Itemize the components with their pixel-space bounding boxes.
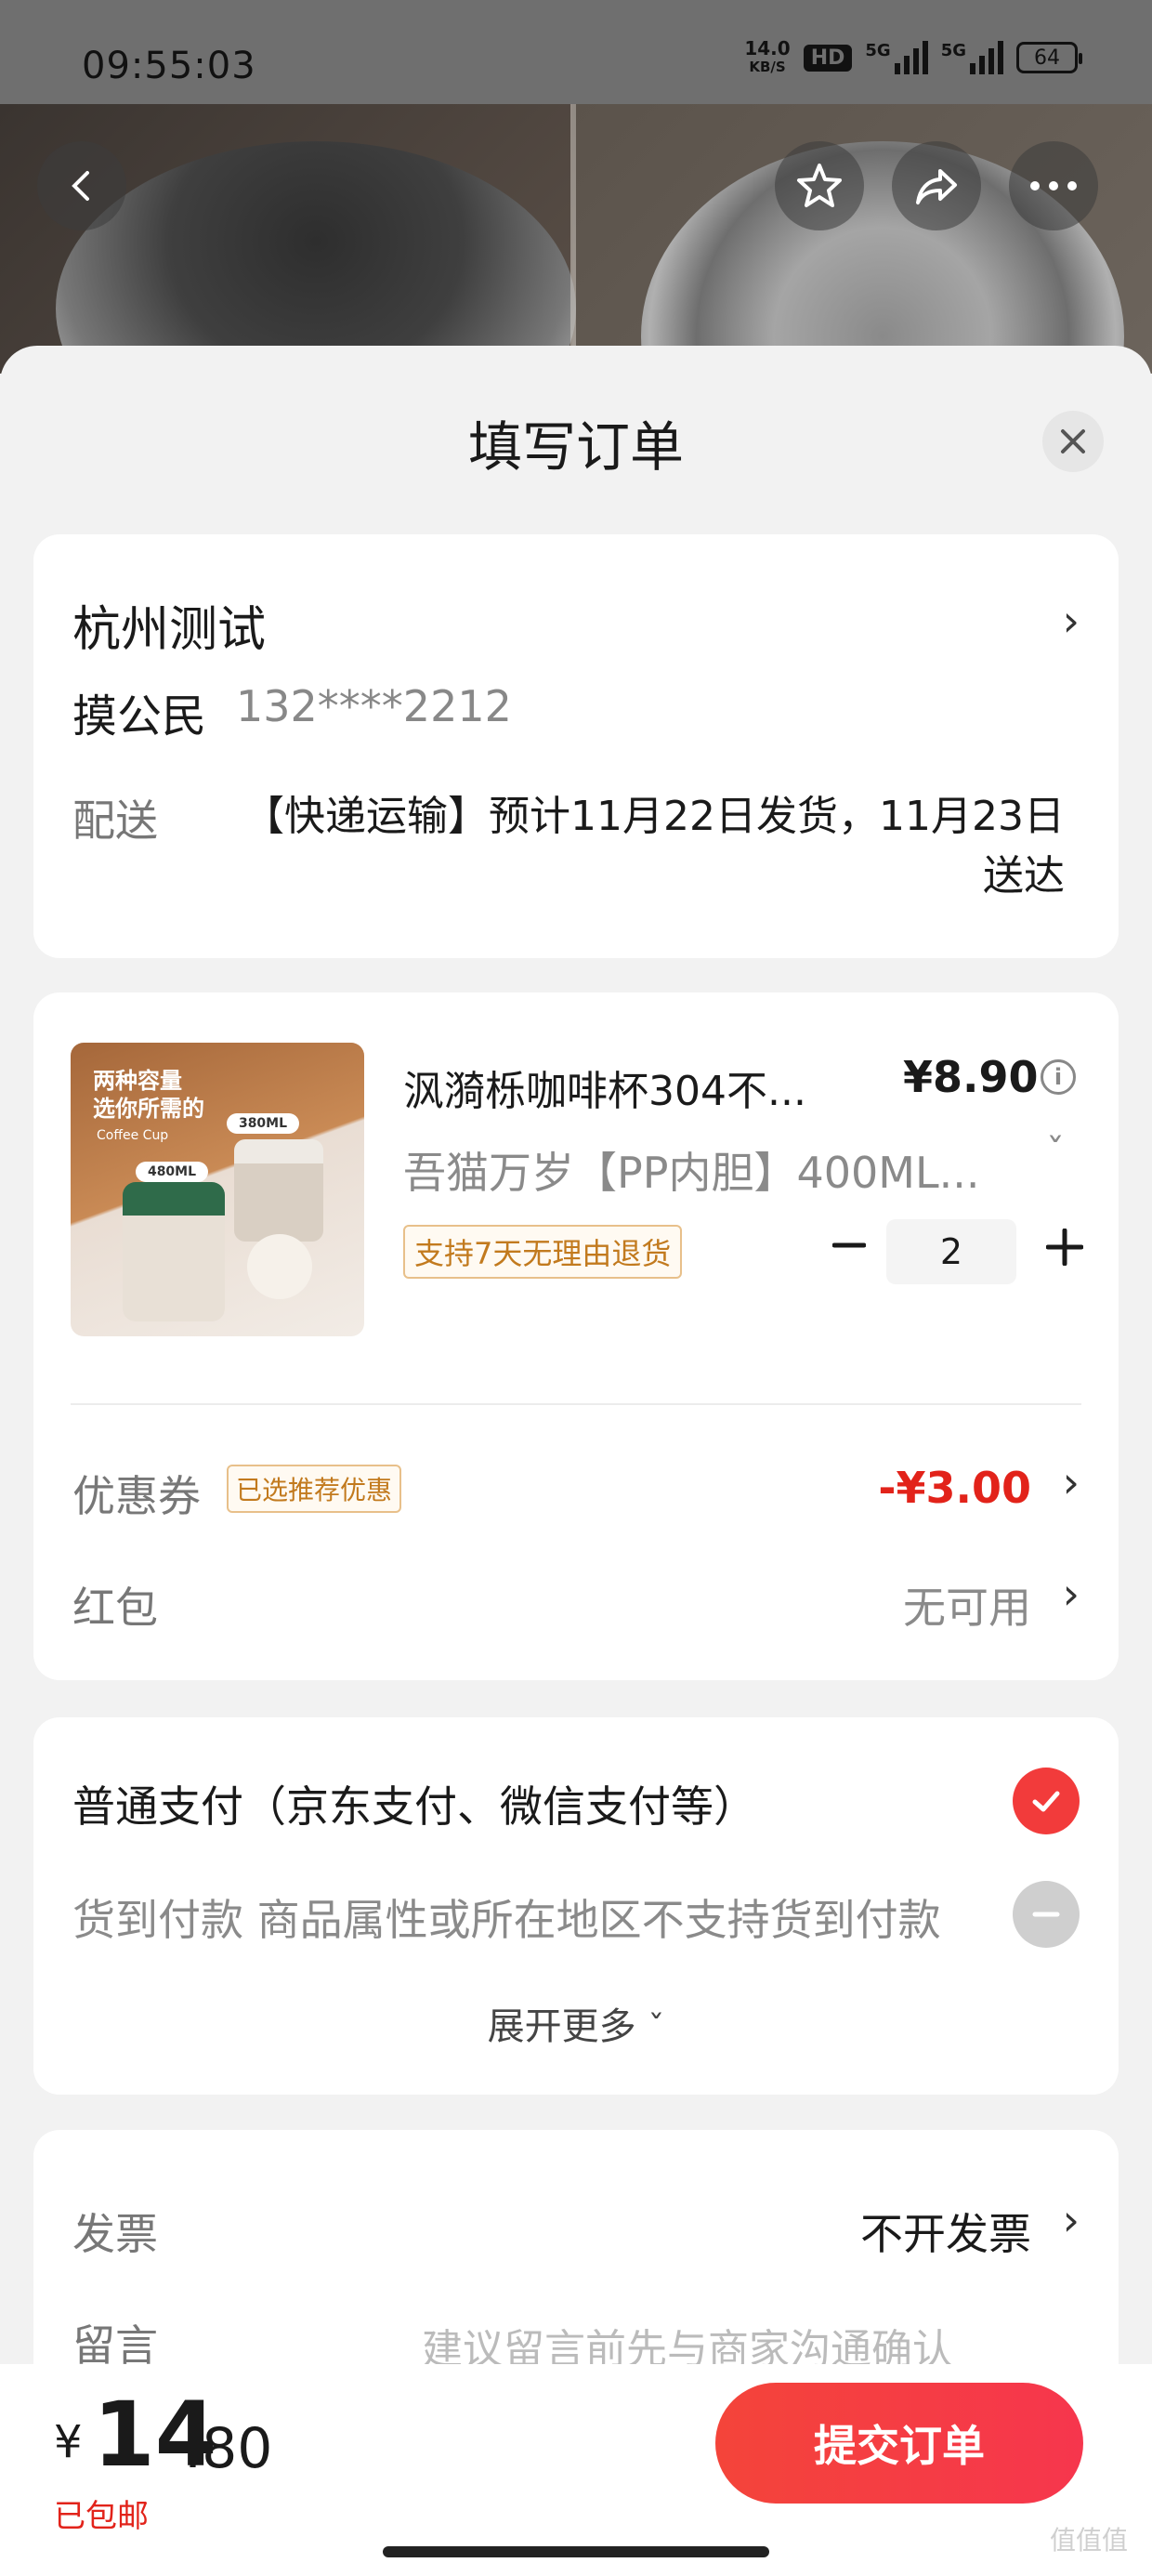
payment-card: 普通支付（京东支付、微信支付等） 货到付款 商品属性或所在地区不支持货到付款 展…: [33, 1717, 1119, 2095]
image-tag: 380ML: [227, 1113, 299, 1134]
chevron-left-icon: [72, 171, 89, 201]
more-button[interactable]: [1009, 141, 1098, 230]
recipient-name: 摸公民: [72, 690, 207, 743]
signal-label: 5G: [865, 41, 891, 60]
minus-icon: [832, 1242, 866, 1248]
signal-icon: 5G: [941, 41, 1003, 74]
net-speed: 14.0 KB/S: [744, 39, 790, 76]
hd-badge: HD: [803, 44, 853, 72]
quantity-increase-button[interactable]: [1037, 1219, 1093, 1275]
coupon-label: 优惠券: [72, 1471, 201, 1521]
image-text: 选你所需的: [93, 1096, 204, 1122]
close-button[interactable]: [1042, 411, 1104, 472]
star-icon: [797, 164, 842, 207]
share-icon: [916, 169, 957, 204]
share-button[interactable]: [892, 141, 981, 230]
product-title[interactable]: 沨漪栎咖啡杯304不...: [403, 1058, 849, 1117]
product-image[interactable]: 两种容量 选你所需的 Coffee Cup 380ML 480ML: [71, 1043, 364, 1336]
payment-radio-disabled: [1013, 1881, 1080, 1948]
coupon-value[interactable]: -¥3.00: [878, 1463, 1031, 1513]
recipient-phone: 132****2212: [236, 681, 512, 731]
chevron-right-icon[interactable]: ›: [1063, 1457, 1080, 1507]
price-currency: ¥: [54, 2416, 83, 2468]
quantity-input[interactable]: 2: [886, 1219, 1016, 1284]
back-button[interactable]: [37, 141, 126, 230]
quantity-decrease-button[interactable]: [823, 1219, 875, 1271]
cup-illustration: [123, 1182, 225, 1321]
battery-icon: 64: [1016, 42, 1082, 73]
order-sheet: 填写订单 杭州测试 › 摸公民 132****2212 配送 【快递运输】预计1…: [0, 346, 1152, 2576]
divider: [71, 1403, 1081, 1405]
chevron-right-icon[interactable]: ›: [1063, 2195, 1080, 2245]
plus-icon: [1046, 1229, 1083, 1266]
net-speed-unit: KB/S: [749, 59, 786, 75]
invoice-value[interactable]: 不开发票: [860, 2201, 1031, 2262]
invoice-label: 发票: [72, 2209, 158, 2259]
minus-icon: [1032, 1912, 1060, 1917]
payment-option-standard[interactable]: 普通支付（京东支付、微信支付等）: [72, 1773, 756, 1834]
red-packet-label: 红包: [72, 1583, 158, 1633]
home-indicator[interactable]: [383, 2546, 769, 2557]
submit-order-button[interactable]: 提交订单: [715, 2383, 1083, 2504]
chevron-right-icon[interactable]: ›: [1063, 1569, 1080, 1619]
product-spec[interactable]: 吾猫万岁【PP内胆】400ML...: [403, 1139, 1007, 1201]
product-price: ¥8.90: [903, 1052, 1039, 1102]
page-title: 填写订单: [467, 415, 684, 479]
chevron-right-icon: ›: [1062, 596, 1080, 646]
shipping-label: 配送: [72, 795, 158, 846]
status-time: 09:55:03: [82, 45, 256, 87]
total-price-decimal: .80: [184, 2416, 273, 2481]
red-packet-value[interactable]: 无可用: [903, 1574, 1031, 1636]
image-brand: Coffee Cup: [97, 1128, 169, 1143]
chevron-down-icon: ˇ: [648, 2009, 665, 2047]
chevron-down-icon[interactable]: ˇ: [1046, 1132, 1065, 1175]
address-card[interactable]: 杭州测试 › 摸公民 132****2212 配送 【快递运输】预计11月22日…: [33, 534, 1119, 958]
close-icon: [1061, 429, 1085, 453]
signal-label: 5G: [940, 41, 966, 60]
shipping-info: 【快递运输】预计11月22日发货，11月23日送达: [243, 793, 1065, 900]
net-speed-value: 14.0: [744, 37, 791, 59]
product-hero-image: [0, 104, 1152, 374]
free-shipping-label: 已包邮: [54, 2498, 149, 2535]
expand-more-label: 展开更多: [487, 2005, 636, 2048]
info-icon[interactable]: i: [1041, 1059, 1076, 1095]
cup-illustration: [234, 1139, 323, 1242]
bottom-bar: ¥ 14 .80 已包邮 提交订单: [0, 2364, 1152, 2576]
status-icons: 14.0 KB/S HD 5G 5G 64: [744, 39, 1082, 76]
status-bar: 09:55:03 14.0 KB/S HD 5G 5G 64: [0, 0, 1152, 104]
image-text: 两种容量: [93, 1068, 182, 1094]
coupon-badge: 已选推荐优惠: [227, 1465, 402, 1513]
check-icon: [1032, 1791, 1060, 1812]
favorite-button[interactable]: [775, 141, 864, 230]
signal-icon: 5G: [865, 41, 928, 74]
product-card: 两种容量 选你所需的 Coffee Cup 380ML 480ML 沨漪栎咖啡杯…: [33, 992, 1119, 1680]
return-policy-badge: 支持7天无理由退货: [403, 1225, 683, 1279]
payment-radio-selected[interactable]: [1013, 1768, 1080, 1834]
watermark: 值值值: [1049, 2525, 1128, 2556]
more-icon: [1030, 181, 1077, 191]
address-title: 杭州测试: [72, 602, 267, 658]
image-tag: 480ML: [136, 1162, 208, 1182]
payment-option-cod: 货到付款 商品属性或所在地区不支持货到付款: [72, 1895, 941, 1945]
expand-more-button[interactable]: 展开更多 ˇ: [33, 1996, 1119, 2050]
